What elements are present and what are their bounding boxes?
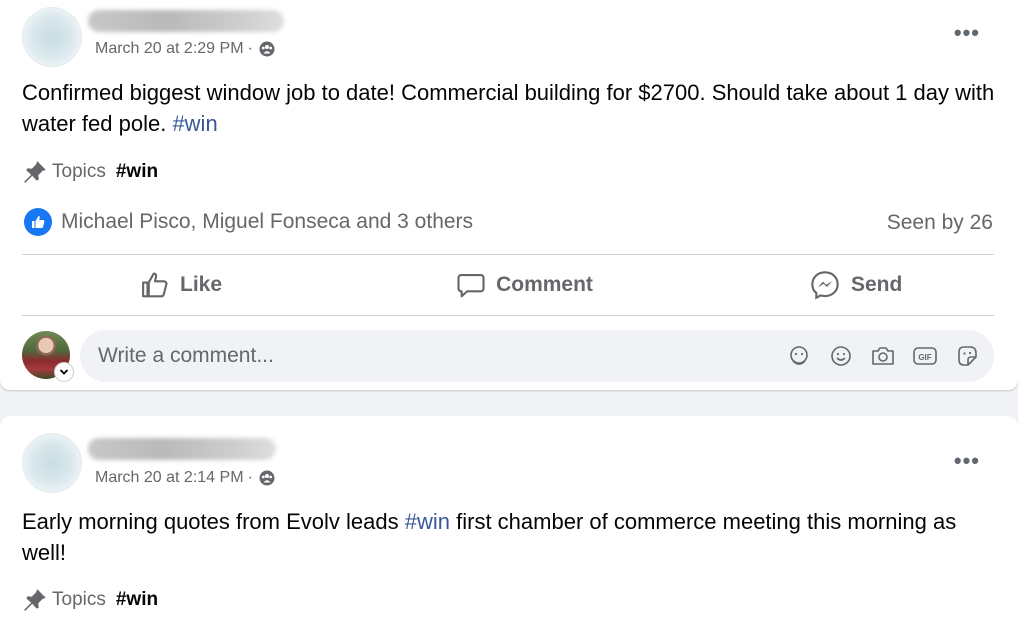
post-card: March 20 at 2:29 PM · ••• Confirmed bigg… <box>0 0 1018 390</box>
post-card: March 20 at 2:14 PM · ••• Early morning … <box>0 416 1018 618</box>
author-name-redacted[interactable] <box>88 438 276 460</box>
hashtag-link[interactable]: #win <box>172 111 217 136</box>
pin-icon <box>24 589 46 611</box>
post-meta: March 20 at 2:14 PM · <box>95 469 275 487</box>
group-members-icon[interactable] <box>259 41 275 57</box>
seen-by-count[interactable]: Seen by 26 <box>887 211 993 235</box>
divider <box>22 254 994 255</box>
messenger-icon <box>811 271 839 300</box>
send-label: Send <box>851 273 903 296</box>
comment-tools: GIF <box>786 343 980 369</box>
comment-box: GIF <box>80 330 994 382</box>
post-actions: Like Comment Send <box>22 256 994 314</box>
author-avatar[interactable] <box>22 433 82 493</box>
author-avatar[interactable] <box>22 7 82 67</box>
avatar-sticker-icon[interactable] <box>786 343 812 369</box>
comment-label: Comment <box>496 273 593 296</box>
post-text: Confirmed biggest window job to date! Co… <box>22 80 995 136</box>
emoji-icon[interactable] <box>828 343 854 369</box>
post-body: Confirmed biggest window job to date! Co… <box>22 77 997 139</box>
sticker-icon[interactable] <box>954 343 980 369</box>
hashtag-link[interactable]: #win <box>405 509 450 534</box>
author-name-redacted[interactable] <box>88 10 284 32</box>
post-timestamp[interactable]: March 20 at 2:29 PM <box>95 40 244 58</box>
topics-label: Topics <box>52 589 106 610</box>
topics-label: Topics <box>52 161 106 182</box>
like-button[interactable]: Like <box>22 270 352 300</box>
comment-input[interactable] <box>96 343 750 369</box>
svg-text:GIF: GIF <box>918 353 931 362</box>
post-timestamp[interactable]: March 20 at 2:14 PM <box>95 469 244 487</box>
divider <box>22 315 994 316</box>
reactions-text[interactable]: Michael Pisco, Miguel Fonseca and 3 othe… <box>61 210 473 234</box>
more-options-icon[interactable]: ••• <box>954 22 980 44</box>
topics-row: Topics #win <box>22 587 158 613</box>
group-members-icon[interactable] <box>259 470 275 486</box>
meta-separator: · <box>247 469 253 486</box>
comment-icon <box>457 273 485 298</box>
post-body: Early morning quotes from Evolv leads #w… <box>22 506 997 568</box>
post-meta: March 20 at 2:29 PM · <box>95 40 275 58</box>
post-text: Early morning quotes from Evolv leads <box>22 509 399 534</box>
more-options-icon[interactable]: ••• <box>954 450 980 472</box>
pin-icon <box>24 161 46 183</box>
camera-icon[interactable] <box>870 343 896 369</box>
comment-composer: GIF <box>22 330 994 382</box>
topics-row: Topics #win <box>22 159 158 185</box>
comment-button[interactable]: Comment <box>352 270 697 300</box>
topic-tag[interactable]: #win <box>116 589 158 611</box>
thumbs-up-icon <box>142 272 168 298</box>
chevron-down-icon[interactable] <box>54 362 74 382</box>
send-button[interactable]: Send <box>697 269 994 301</box>
like-reaction-icon <box>24 208 52 236</box>
topic-tag[interactable]: #win <box>116 161 158 183</box>
like-label: Like <box>180 273 223 296</box>
meta-separator: · <box>247 40 253 57</box>
gif-icon[interactable]: GIF <box>912 343 938 369</box>
current-user-avatar[interactable] <box>22 331 74 382</box>
reactions-summary[interactable]: Michael Pisco, Miguel Fonseca and 3 othe… <box>24 208 473 236</box>
